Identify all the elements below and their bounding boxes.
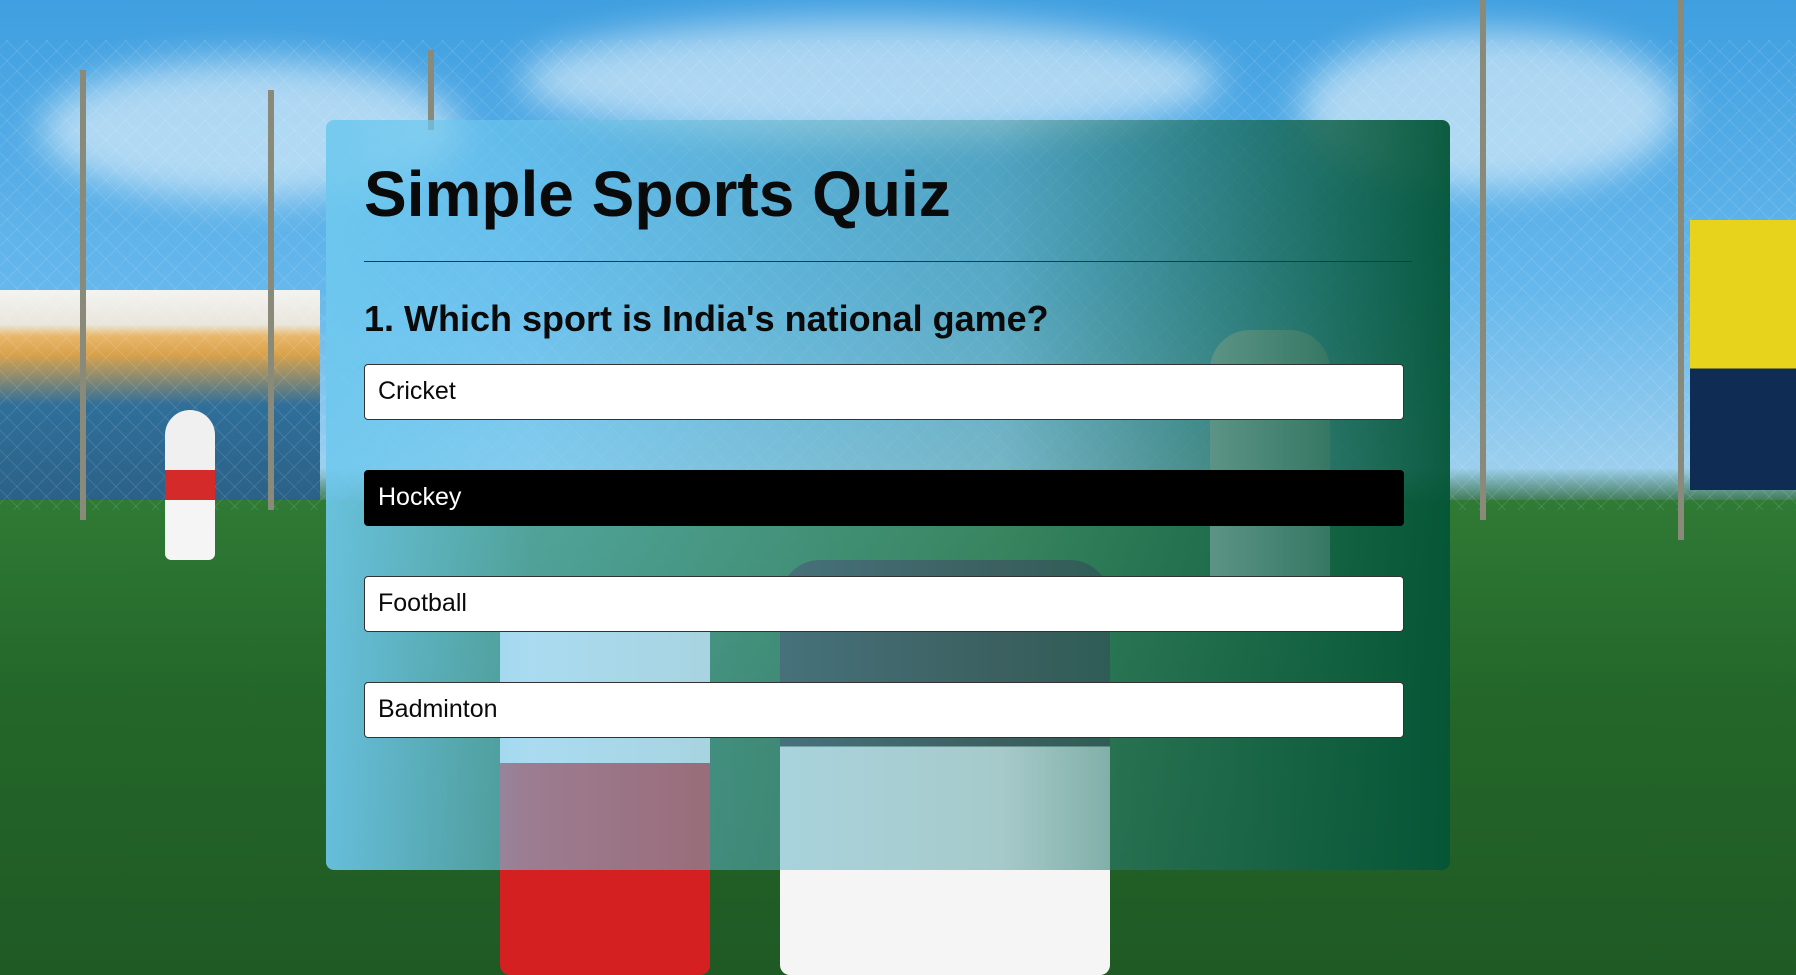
player (165, 410, 215, 560)
fence-post (268, 90, 274, 510)
fence-post (1678, 0, 1684, 540)
divider (364, 260, 1412, 262)
answer-option-hockey[interactable]: Hockey (364, 469, 1404, 526)
quiz-panel: Simple Sports Quiz 1. Which sport is Ind… (326, 120, 1450, 870)
answer-list: Cricket Hockey Football Badminton (364, 363, 1404, 738)
question-text: 1. Which sport is India's national game? (364, 297, 1049, 339)
page-title: Simple Sports Quiz (364, 158, 951, 230)
fence-post (80, 70, 86, 520)
answer-option-badminton[interactable]: Badminton (364, 681, 1404, 738)
answer-option-football[interactable]: Football (364, 575, 1404, 632)
fence-post (428, 50, 434, 130)
fence-post (1480, 0, 1486, 520)
answer-option-cricket[interactable]: Cricket (364, 363, 1404, 420)
flag (1690, 220, 1796, 490)
